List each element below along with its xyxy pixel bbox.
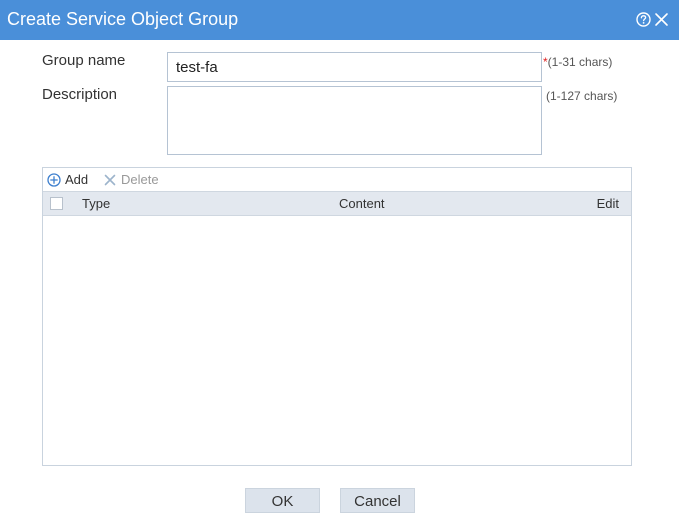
select-all-checkbox[interactable]	[50, 197, 63, 210]
add-button[interactable]: Add	[47, 172, 88, 187]
group-name-length-hint: (1-31 chars)	[547, 55, 613, 69]
delete-button-label: Delete	[121, 172, 159, 187]
grid-header-row: Type Content Edit	[43, 191, 631, 216]
grid-toolbar: Add Delete	[43, 168, 631, 191]
dialog-title: Create Service Object Group	[7, 9, 239, 29]
description-length-hint: (1-127 chars)	[546, 89, 618, 103]
add-button-label: Add	[65, 172, 89, 187]
description-label: Description	[42, 86, 118, 103]
column-header-content[interactable]: Content	[339, 197, 385, 211]
cancel-button[interactable]: Cancel	[340, 488, 415, 513]
close-icon[interactable]	[654, 12, 669, 27]
ok-button[interactable]: OK	[245, 488, 320, 513]
group-name-input[interactable]	[167, 52, 542, 82]
column-header-type[interactable]: Type	[82, 197, 110, 211]
delete-button[interactable]: Delete	[103, 172, 159, 187]
description-textarea[interactable]	[167, 86, 542, 155]
plus-circle-icon	[47, 172, 61, 187]
help-icon[interactable]	[636, 12, 651, 27]
group-name-hint: *(1-31 chars)	[543, 55, 612, 69]
group-name-label: Group name	[42, 52, 126, 69]
column-header-edit: Edit	[596, 196, 619, 211]
x-icon	[103, 173, 117, 187]
service-objects-grid: Add Delete Type Content Edit	[42, 167, 632, 466]
dialog-title-bar: Create Service Object Group	[0, 0, 679, 40]
title-bar-icons	[636, 12, 669, 27]
